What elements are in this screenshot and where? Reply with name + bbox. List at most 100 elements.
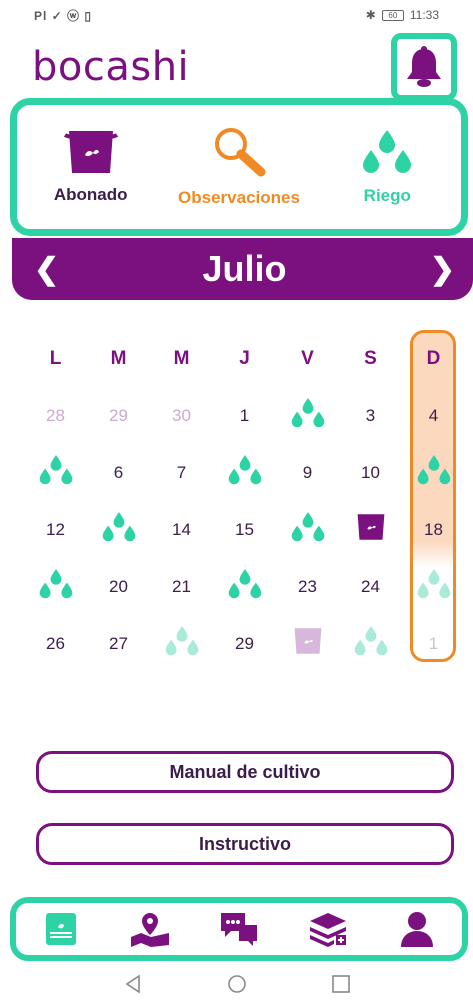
nav-map[interactable]	[120, 904, 180, 954]
calendar-day[interactable]: 27	[87, 615, 150, 672]
fertilizer-bag-icon	[63, 131, 118, 173]
add-layers-icon	[310, 913, 347, 947]
calendar-day[interactable]: 18	[402, 501, 465, 558]
bottom-nav	[10, 897, 468, 961]
instructivo-button[interactable]: Instructivo	[36, 823, 454, 865]
nav-field[interactable]	[31, 904, 91, 954]
calendar-day[interactable]: 28	[24, 387, 87, 444]
map-pin-icon	[130, 913, 169, 947]
calendar-day[interactable]: 15	[213, 501, 276, 558]
recents-square-icon[interactable]	[331, 974, 351, 999]
next-month-button[interactable]: ❯	[430, 252, 455, 287]
status-right: ✱ 60 11:33	[366, 8, 439, 22]
calendar-day-fertilizing[interactable]	[339, 501, 402, 558]
nav-chat[interactable]	[209, 904, 269, 954]
weekday-label: J	[239, 347, 250, 369]
tab-abonado[interactable]: Abonado	[31, 129, 151, 205]
calendar-day[interactable]: 10	[339, 444, 402, 501]
water-drops-icon	[226, 567, 264, 606]
calendar-day-watering[interactable]	[24, 444, 87, 501]
water-drops-icon	[415, 453, 453, 492]
bluetooth-icon: ✱	[365, 8, 376, 22]
manual-cultivo-button[interactable]: Manual de cultivo	[36, 751, 454, 793]
water-drops-icon	[100, 510, 138, 549]
calendar-day-watering[interactable]	[213, 444, 276, 501]
water-drops-icon	[363, 130, 412, 173]
calendar-day-watering[interactable]	[24, 558, 87, 615]
tab-riego[interactable]: Riego	[327, 128, 447, 206]
calendar-day[interactable]: 29	[87, 387, 150, 444]
calendar-day[interactable]: 21	[150, 558, 213, 615]
status-bar: Pl ✓ ⓦ ▯ ✱ 60 11:33	[0, 0, 473, 30]
water-drops-icon	[37, 453, 75, 492]
weekday-label: M	[173, 347, 190, 369]
calendar-day-watering[interactable]	[339, 615, 402, 672]
weekday-label: S	[364, 347, 377, 369]
calendar-day[interactable]: 23	[276, 558, 339, 615]
nav-layers[interactable]	[298, 904, 358, 954]
weekday-label: V	[301, 347, 314, 369]
calendar-grid: L M M J V S D 28 29 30 1 3 4 6 7 9 10 12 14 15 18 20 21 23 24 26 2…	[24, 330, 464, 672]
magnifier-icon	[214, 128, 266, 177]
home-circle-icon[interactable]	[227, 974, 247, 999]
month-header: ❮ Julio ❯	[12, 238, 473, 300]
calendar-day[interactable]: 12	[24, 501, 87, 558]
chat-icon	[220, 913, 257, 946]
fertilizer-bag-icon	[291, 626, 325, 661]
water-drops-icon	[226, 453, 264, 492]
weekday-label: M	[110, 347, 127, 369]
calendar-day[interactable]: 20	[87, 558, 150, 615]
calendar-day[interactable]: 3	[339, 387, 402, 444]
system-navigation	[0, 965, 473, 1007]
month-title: Julio	[202, 248, 287, 289]
nav-profile[interactable]	[387, 904, 447, 954]
app-header: bocashi	[0, 32, 473, 102]
water-drops-icon	[289, 510, 327, 549]
water-drops-icon	[37, 567, 75, 606]
fertilizer-bag-icon	[354, 512, 388, 547]
calendar-day-fertilizing[interactable]	[276, 615, 339, 672]
calendar-day-watering[interactable]	[276, 501, 339, 558]
notifications-button[interactable]	[391, 33, 457, 101]
calendar-day[interactable]: 6	[87, 444, 150, 501]
calendar-day[interactable]: 7	[150, 444, 213, 501]
water-drops-icon	[352, 624, 390, 663]
battery-icon: 60	[381, 9, 404, 21]
calendar-day[interactable]: 30	[150, 387, 213, 444]
calendar: L M M J V S D 28 29 30 1 3 4 6 7 9 10 12 14 15 18 20 21 23 24 26 2…	[24, 330, 464, 670]
bell-icon	[407, 46, 441, 87]
calendar-day-watering[interactable]	[276, 387, 339, 444]
calendar-day-watering[interactable]	[150, 615, 213, 672]
action-tabs: Abonado Observaciones Riego	[10, 98, 468, 236]
calendar-day[interactable]: 1	[213, 387, 276, 444]
calendar-day-watering[interactable]	[402, 558, 465, 615]
calendar-day[interactable]: 29	[213, 615, 276, 672]
calendar-day[interactable]: 26	[24, 615, 87, 672]
prev-month-button[interactable]: ❮	[34, 252, 59, 287]
calendar-day[interactable]: 9	[276, 444, 339, 501]
water-drops-icon	[163, 624, 201, 663]
calendar-day-watering[interactable]	[402, 444, 465, 501]
field-icon	[45, 913, 76, 945]
calendar-day[interactable]: 14	[150, 501, 213, 558]
tab-observaciones[interactable]: Observaciones	[178, 126, 300, 208]
status-time: 11:33	[409, 8, 439, 22]
status-left: Pl ✓ ⓦ ▯	[34, 7, 92, 24]
weekday-label: D	[426, 347, 441, 369]
calendar-day[interactable]: 1	[402, 615, 465, 672]
water-drops-icon	[289, 396, 327, 435]
status-icons: Pl ✓ ⓦ ▯	[34, 8, 92, 23]
calendar-day-watering[interactable]	[213, 558, 276, 615]
calendar-day[interactable]: 24	[339, 558, 402, 615]
tab-riego-label: Riego	[363, 186, 411, 205]
weekday-label: L	[49, 347, 62, 369]
app-title: bocashi	[32, 44, 190, 90]
user-icon	[401, 912, 434, 947]
app-screen: Pl ✓ ⓦ ▯ ✱ 60 11:33 bocashi Abonado Obse…	[0, 0, 473, 1007]
tab-observaciones-label: Observaciones	[178, 188, 300, 207]
tab-abonado-label: Abonado	[53, 185, 128, 204]
water-drops-icon	[415, 567, 453, 606]
calendar-day[interactable]: 4	[402, 387, 465, 444]
back-triangle-icon[interactable]	[123, 974, 143, 999]
calendar-day-watering[interactable]	[87, 501, 150, 558]
